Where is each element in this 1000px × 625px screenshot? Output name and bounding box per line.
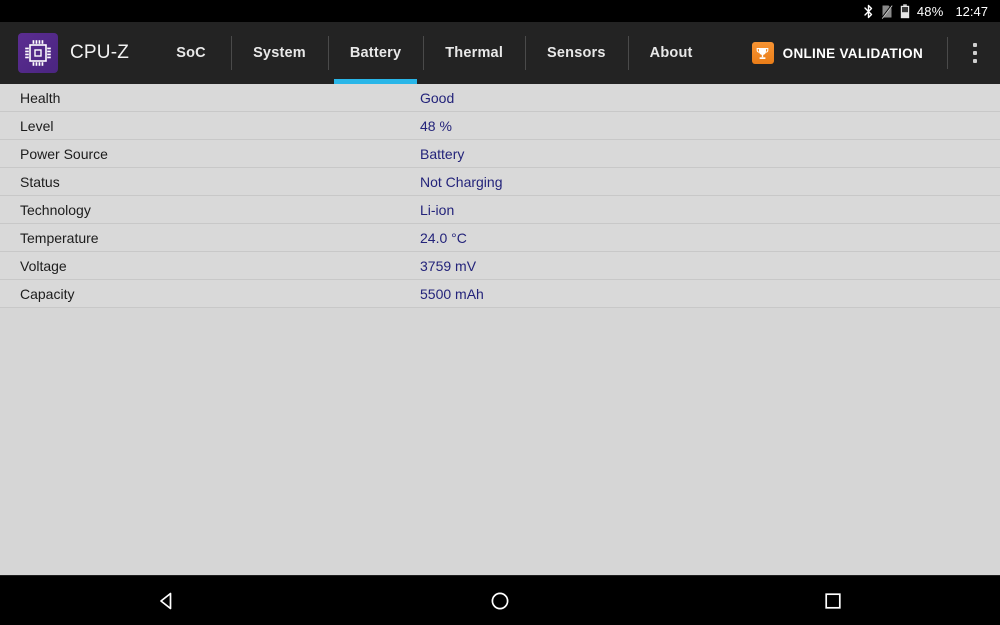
tab-label: Sensors: [547, 45, 606, 61]
row-label: Technology: [20, 201, 91, 218]
online-validation-label: ONLINE VALIDATION: [782, 45, 923, 61]
row-value: 24.0 °C: [420, 229, 467, 246]
app-title: CPU-Z: [70, 42, 130, 63]
row-label: Temperature: [20, 229, 99, 246]
table-row[interactable]: Power Source Battery: [0, 140, 1000, 168]
back-triangle-icon[interactable]: [131, 576, 203, 625]
table-row[interactable]: Voltage 3759 mV: [0, 252, 1000, 280]
tab-sensors[interactable]: Sensors: [525, 22, 628, 84]
row-value: 48 %: [420, 117, 452, 134]
battery-percent-label: 48%: [916, 3, 944, 19]
row-label: Power Source: [20, 145, 108, 162]
tab-label: Battery: [349, 45, 402, 61]
overflow-dot: [973, 59, 977, 63]
trophy-icon: [751, 42, 774, 64]
app-toolbar: CPU-Z SoC System Battery Thermal Sensors…: [0, 22, 1000, 84]
tab-battery[interactable]: Battery: [327, 22, 423, 84]
bluetooth-icon: [863, 4, 874, 19]
android-nav-bar: [0, 575, 1000, 625]
app-brand: CPU-Z: [0, 33, 129, 73]
recents-square-icon[interactable]: [797, 576, 869, 625]
tab-label: Thermal: [445, 45, 504, 61]
tab-label: SoC: [176, 45, 206, 61]
tab-thermal[interactable]: Thermal: [423, 22, 525, 84]
android-status-bar: 48% 12:47: [0, 0, 1000, 22]
row-value: 5500 mAh: [420, 285, 484, 302]
row-label: Level: [20, 117, 54, 134]
overflow-dot: [973, 43, 977, 47]
cpu-chip-icon: [18, 33, 58, 73]
table-row[interactable]: Health Good: [0, 84, 1000, 112]
toolbar-actions: ONLINE VALIDATION: [738, 22, 1000, 84]
table-row[interactable]: Temperature 24.0 °C: [0, 224, 1000, 252]
battery-icon: [900, 3, 910, 19]
row-label: Health: [20, 89, 61, 106]
online-validation-button[interactable]: ONLINE VALIDATION: [738, 42, 937, 64]
row-label: Capacity: [20, 285, 75, 302]
no-sim-icon: [881, 4, 893, 19]
row-value: 3759 mV: [420, 257, 477, 274]
overflow-dot: [973, 51, 977, 55]
tab-soc[interactable]: SoC: [151, 22, 231, 84]
row-value: Good: [420, 89, 455, 106]
row-value: Li-ion: [420, 201, 455, 218]
row-value: Battery: [420, 145, 465, 162]
clock-label: 12:47: [955, 3, 988, 19]
tab-system[interactable]: System: [231, 22, 328, 84]
row-value: Not Charging: [420, 173, 503, 190]
row-label: Status: [20, 173, 60, 190]
home-circle-icon[interactable]: [464, 576, 536, 625]
more-vertical-icon[interactable]: [958, 30, 992, 76]
table-row[interactable]: Level 48 %: [0, 112, 1000, 140]
battery-info-list: Health Good Level 48 % Power Source Batt…: [0, 84, 1000, 308]
table-row[interactable]: Status Not Charging: [0, 168, 1000, 196]
tab-about[interactable]: About: [627, 22, 715, 84]
tab-label: About: [649, 45, 693, 61]
toolbar-divider: [947, 37, 948, 69]
row-label: Voltage: [20, 257, 67, 274]
battery-content-panel: Health Good Level 48 % Power Source Batt…: [0, 84, 1000, 575]
app-root: 48% 12:47 CPU-Z SoC System Battery Therm…: [0, 0, 1000, 625]
table-row[interactable]: Capacity 5500 mAh: [0, 280, 1000, 308]
table-row[interactable]: Technology Li-ion: [0, 196, 1000, 224]
tab-label: System: [253, 45, 306, 61]
tab-bar: SoC System Battery Thermal Sensors About: [151, 22, 714, 84]
